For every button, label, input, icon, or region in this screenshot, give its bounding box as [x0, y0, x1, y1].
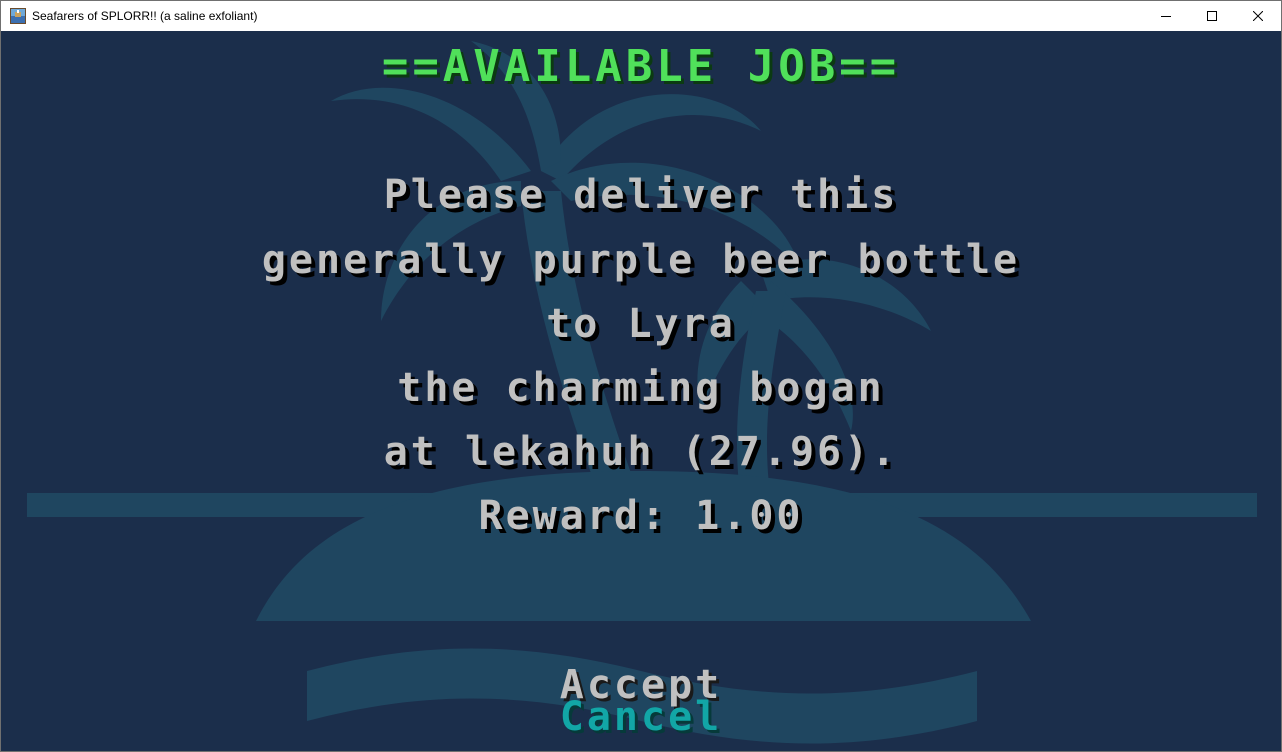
job-line-5: at lekahuh (27.96).: [383, 429, 899, 475]
reward-line: Reward: 1.00: [1, 491, 1281, 541]
cancel-button[interactable]: Cancel: [1, 697, 1281, 737]
close-button[interactable]: [1235, 1, 1281, 31]
maximize-button[interactable]: [1189, 1, 1235, 31]
window-title: Seafarers of SPLORR!! (a saline exfolian…: [32, 9, 258, 23]
close-icon: [1253, 11, 1263, 21]
game-screen: ==AVAILABLE JOB== Please deliver this ge…: [1, 31, 1281, 751]
app-icon: [10, 8, 26, 24]
minimize-icon: [1161, 16, 1171, 17]
job-line-3: to Lyra: [546, 301, 736, 347]
reward-label: Reward:: [478, 493, 669, 539]
title-bar[interactable]: Seafarers of SPLORR!! (a saline exfolian…: [1, 1, 1281, 31]
app-window: Seafarers of SPLORR!! (a saline exfolian…: [0, 0, 1282, 752]
maximize-icon: [1207, 11, 1217, 21]
job-line-4: the charming bogan: [397, 365, 885, 411]
reward-value: 1.00: [695, 493, 804, 539]
job-line-1: Please deliver this: [383, 172, 899, 218]
minimize-button[interactable]: [1143, 1, 1189, 31]
job-line-2: generally purple beer bottle: [261, 237, 1021, 283]
job-heading: ==AVAILABLE JOB==: [381, 41, 901, 92]
